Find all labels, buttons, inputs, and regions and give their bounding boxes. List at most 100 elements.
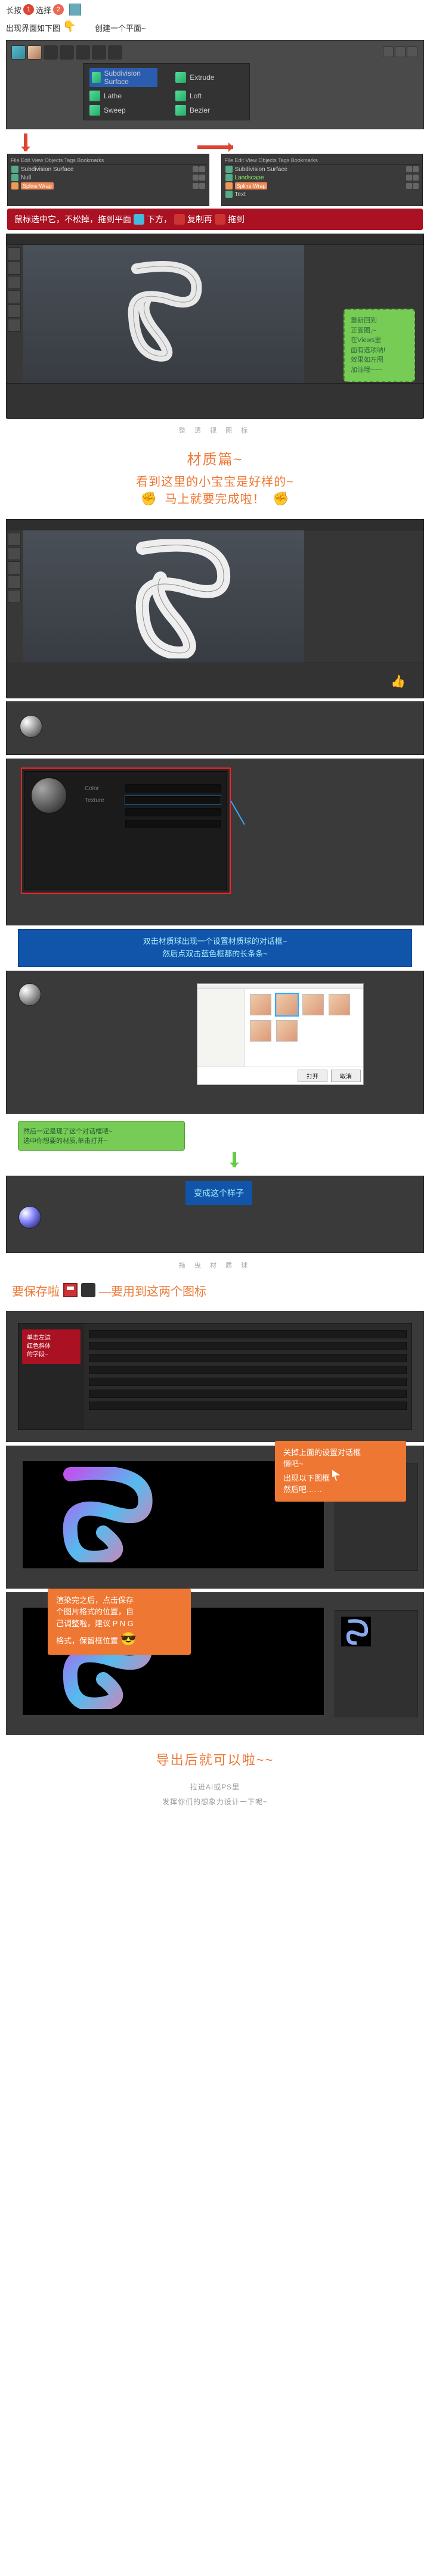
green-note-filepicker: 然后一定是现了这个对话框吧~ 选中你想要的材质,单击打开~ [18,1121,185,1151]
obj-tag-icon [193,183,199,189]
save-text-a: 要保存啦 [12,1282,60,1299]
gen-item-subdiv[interactable]: Subdivision Surface [89,68,157,87]
file-open-dialog: 打开 取消 [197,983,364,1085]
render-settings-shot: 单击左边 红色斜体 的字段~ [6,1311,424,1442]
render-field[interactable] [89,1354,407,1362]
render-row[interactable] [89,1388,407,1400]
obj-item-splinewrap[interactable]: Spline Wrap [10,182,207,190]
hand-point-down-icon: 👇 [63,20,75,35]
cube-button-icon[interactable] [11,45,26,60]
drag-mini-icon [215,214,225,225]
obj-item-subdiv[interactable]: Subdivision Surface [10,165,207,173]
render-row[interactable] [89,1376,407,1388]
vp-tool-icon[interactable] [8,290,21,303]
file-thumb[interactable] [302,994,324,1015]
file-browser-shot: 打开 取消 [6,971,424,1114]
file-thumb[interactable] [250,1020,271,1042]
intro-line2-a: 出现界面如下图 [6,22,60,33]
render-row[interactable] [89,1400,407,1412]
render-row[interactable] [89,1364,407,1376]
pv-thumb[interactable] [341,1617,371,1646]
file-thumb[interactable] [276,1020,298,1042]
footer-line-2: 发挥你们的想象力设计一下呢~ [0,1794,430,1809]
vp-left-toolbar [7,245,23,383]
vp-canvas[interactable] [23,245,304,383]
spline-button-icon[interactable] [27,45,42,60]
footer-line-1: 拉进AI或PS里 [0,1779,430,1794]
generator-menu-screenshot: Subdivision Surface Extrude Lathe Loft S… [6,40,424,129]
file-thumb[interactable] [250,994,271,1015]
vp-tool-icon[interactable] [8,319,21,332]
objmgr-tabs: File Edit View Objects Tags Bookmarks [10,156,207,165]
splinewrap-obj-icon [11,182,18,189]
material-ball-grey[interactable] [20,715,42,738]
file-thumb[interactable] [329,994,350,1015]
heading-material-title: 材质篇~ [9,448,421,468]
small-misc-icon [395,46,406,57]
pv-history-panel [335,1610,418,1717]
vp-canvas[interactable] [23,530,304,663]
obj-item-subdiv-2[interactable]: Subdivision Surface [224,165,421,173]
material-result-shot: 变成这个样子 [6,1176,424,1253]
obj-tag-icon [413,175,419,181]
vp-tool-icon[interactable] [8,547,21,560]
vp-tool-icon[interactable] [8,247,21,260]
render-row[interactable] [89,1328,407,1340]
render-field[interactable] [89,1378,407,1386]
render-field[interactable] [89,1402,407,1410]
file-thumb-selected[interactable] [276,994,298,1015]
cancel-button[interactable]: 取消 [331,1070,361,1082]
null-obj-icon [11,174,18,181]
vp-tool-icon[interactable] [8,576,21,589]
obj-item-text[interactable]: Text [224,190,421,198]
obj-item-splinewrap-2[interactable]: Spline Wrap [224,182,421,190]
vp-tool-icon[interactable] [8,533,21,546]
render-row[interactable] [89,1340,407,1352]
render-field[interactable] [89,1330,407,1338]
obj-tag-icon [406,175,412,181]
generator-button-icon[interactable] [44,45,58,60]
file-dialog-sidebar [197,989,245,1067]
vp-tool-icon[interactable] [8,561,21,574]
material-ball-colored[interactable] [18,1206,41,1229]
obj-tag-icon [199,166,205,172]
caption-perspective: 整 透 视 图 标 [0,422,430,439]
extrude-icon [175,72,186,83]
gen-item-loft[interactable]: Loft [175,91,243,101]
material-ball-grey[interactable] [18,983,41,1006]
text-obj-icon [225,191,233,198]
obj-item-null[interactable]: Null [10,173,207,182]
vp-tool-icon[interactable] [8,262,21,275]
env-button-icon[interactable] [76,45,90,60]
object-manager-pair: File Edit View Objects Tags Bookmarks Su… [0,154,430,206]
cursor-arrow-icon [332,1470,341,1481]
deformer-button-icon[interactable] [60,45,74,60]
fist-icon: ✊ [273,491,289,506]
gen-item-lathe[interactable]: Lathe [89,91,157,101]
open-button[interactable]: 打开 [298,1070,327,1082]
vp-tool-icon[interactable] [8,276,21,289]
render-field[interactable] [89,1366,407,1374]
gen-item-sweep[interactable]: Sweep [89,105,157,116]
render-field[interactable] [89,1342,407,1350]
obj-tag-icon [406,183,412,189]
save-text-b: —要用到这两个图标 [99,1282,206,1299]
camera-button-icon[interactable] [92,45,106,60]
gen-item-bezier[interactable]: Bezier [175,105,243,116]
lathe-icon [89,91,100,101]
red-arrow-right-icon [197,145,233,149]
vp-right-panel [304,530,423,663]
light-button-icon[interactable] [108,45,122,60]
obj-item-landscape[interactable]: Landscape [224,173,421,182]
intro-line2-b: 创建一个平面~ [95,22,146,33]
sweep-icon [89,105,100,116]
render-row[interactable] [89,1352,407,1364]
gen-item-extrude[interactable]: Extrude [175,68,243,87]
intro-line-1: 长按 1 选择 2 [0,0,430,19]
file-dialog-grid [245,989,363,1067]
vp-tool-icon[interactable] [8,304,21,318]
step-badge-1: 1 [23,4,34,15]
vp-tool-icon[interactable] [8,590,21,603]
red-note-render: 单击左边 红色斜体 的字段~ [22,1329,81,1364]
render-field[interactable] [89,1390,407,1398]
